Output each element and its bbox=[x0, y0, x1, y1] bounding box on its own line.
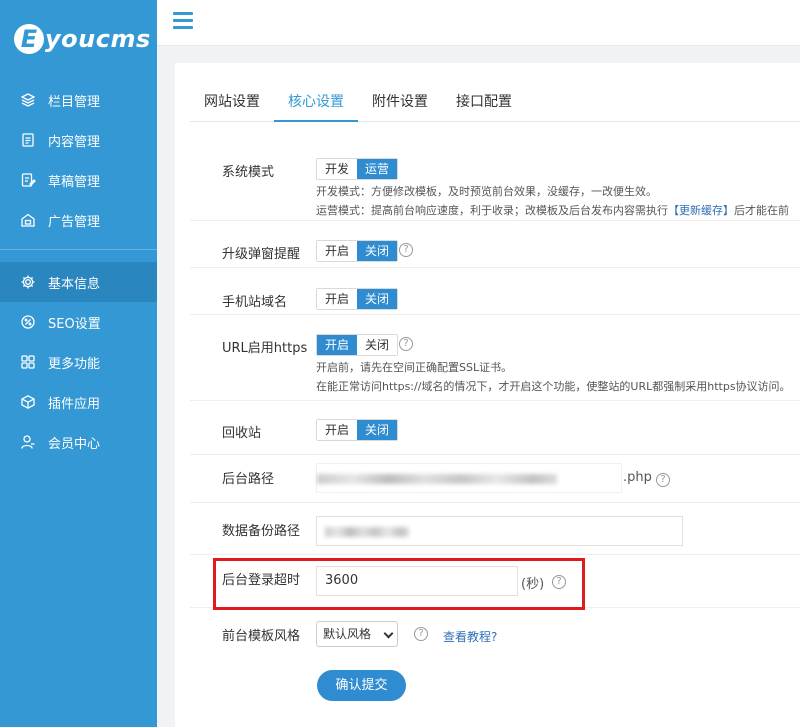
mobile-domain-on-option[interactable]: 开启 bbox=[317, 289, 358, 309]
tab-site-settings[interactable]: 网站设置 bbox=[190, 83, 274, 122]
system-mode-label: 系统模式 bbox=[222, 165, 275, 180]
sidebar-item-columns[interactable]: 栏目管理 bbox=[0, 80, 157, 120]
menu-toggle-icon[interactable] bbox=[173, 12, 193, 30]
recycle-bin-label: 回收站 bbox=[222, 426, 262, 441]
sidebar-item-more[interactable]: 更多功能 bbox=[0, 342, 157, 382]
sidebar: E youcms 栏目管理 内容管理 草稿管理 广告管理 基本信息 SEO设置 … bbox=[0, 0, 157, 727]
redacted-value bbox=[325, 527, 409, 537]
sidebar-item-ads[interactable]: 广告管理 bbox=[0, 200, 157, 240]
mobile-domain-label: 手机站域名 bbox=[222, 295, 288, 310]
row-admin-path: 后台路径 .php ? bbox=[190, 455, 800, 503]
sidebar-item-label: 草稿管理 bbox=[48, 174, 101, 190]
upgrade-popup-off-option[interactable]: 关闭 bbox=[357, 241, 398, 261]
template-style-label: 前台模板风格 bbox=[222, 629, 301, 644]
top-bar bbox=[157, 0, 800, 46]
user-icon bbox=[20, 434, 36, 450]
sidebar-item-label: 会员中心 bbox=[48, 436, 101, 452]
sidebar-divider bbox=[0, 249, 157, 250]
grid-icon bbox=[20, 354, 36, 370]
tab-core-settings[interactable]: 核心设置 bbox=[274, 83, 358, 122]
row-template-style: 前台模板风格 默认风格 ? 查看教程? bbox=[190, 608, 800, 658]
system-mode-ops-option[interactable]: 运营 bbox=[357, 159, 398, 179]
gear-icon bbox=[20, 274, 36, 290]
draft-icon bbox=[20, 172, 36, 188]
row-mobile-domain: 手机站域名 开启 关闭 bbox=[190, 268, 800, 315]
url-https-on-option[interactable]: 开启 bbox=[317, 335, 358, 355]
update-cache-link[interactable]: 【更新缓存】 bbox=[668, 204, 734, 217]
url-https-note-domain: 在能正常访问https://域名的情况下，才开启这个功能，使整站的URL都强制采… bbox=[316, 380, 791, 393]
template-style-value: 默认风格 bbox=[323, 627, 372, 641]
annotation-highlight-box bbox=[213, 558, 585, 610]
tab-api-config[interactable]: 接口配置 bbox=[442, 83, 526, 122]
help-icon[interactable]: ? bbox=[399, 337, 413, 351]
redacted-value bbox=[317, 474, 557, 484]
url-https-off-option[interactable]: 关闭 bbox=[357, 335, 398, 355]
sidebar-item-label: 插件应用 bbox=[48, 396, 101, 412]
help-icon[interactable]: ? bbox=[414, 627, 428, 641]
sidebar-item-seo[interactable]: SEO设置 bbox=[0, 302, 157, 342]
seo-icon bbox=[20, 314, 36, 330]
view-tutorial-link[interactable]: 查看教程? bbox=[443, 628, 497, 645]
admin-path-input[interactable] bbox=[316, 463, 622, 493]
help-icon[interactable]: ? bbox=[656, 473, 670, 487]
recycle-bin-off-option[interactable]: 关闭 bbox=[357, 420, 398, 440]
chevron-down-icon bbox=[383, 628, 394, 639]
logo-text: youcms bbox=[45, 25, 151, 53]
upgrade-popup-toggle: 开启 关闭 bbox=[316, 240, 399, 262]
template-style-select[interactable]: 默认风格 bbox=[316, 621, 398, 647]
system-mode-toggle: 开发 运营 bbox=[316, 158, 399, 180]
tab-attachment-settings[interactable]: 附件设置 bbox=[358, 83, 442, 122]
logo[interactable]: E youcms bbox=[0, 0, 157, 78]
tab-bar: 网站设置 核心设置 附件设置 接口配置 bbox=[190, 83, 800, 122]
row-upgrade-popup: 升级弹窗提醒 开启 关闭 ? bbox=[190, 221, 800, 268]
mobile-domain-toggle: 开启 关闭 bbox=[316, 288, 399, 310]
system-mode-note-ops: 运营模式：提高前台响应速度，利于收录；改模板及后台发布内容需执行【更新缓存】后才… bbox=[316, 204, 789, 217]
document-icon bbox=[20, 132, 36, 148]
help-icon[interactable]: ? bbox=[399, 243, 413, 257]
admin-path-suffix: .php bbox=[623, 470, 652, 485]
sidebar-item-label: 广告管理 bbox=[48, 214, 101, 230]
sidebar-item-plugins[interactable]: 插件应用 bbox=[0, 382, 157, 422]
sidebar-item-label: 更多功能 bbox=[48, 356, 101, 372]
backup-path-input[interactable] bbox=[316, 516, 683, 546]
row-recycle-bin: 回收站 开启 关闭 bbox=[190, 401, 800, 455]
row-backup-path: 数据备份路径 bbox=[190, 503, 800, 555]
recycle-bin-toggle: 开启 关闭 bbox=[316, 419, 399, 441]
sidebar-item-label: 基本信息 bbox=[48, 276, 101, 292]
upgrade-popup-on-option[interactable]: 开启 bbox=[317, 241, 358, 261]
row-url-https: URL启用https 开启 关闭 ? 开启前，请先在空间正确配置SSL证书。 在… bbox=[190, 315, 800, 401]
settings-panel: 网站设置 核心设置 附件设置 接口配置 系统模式 开发 运营 开发模式：方便修改… bbox=[175, 63, 800, 727]
ad-icon bbox=[20, 212, 36, 228]
url-https-toggle: 开启 关闭 bbox=[316, 334, 399, 356]
layers-icon bbox=[20, 92, 36, 108]
cube-icon bbox=[20, 394, 36, 410]
admin-path-label: 后台路径 bbox=[222, 472, 275, 487]
sidebar-item-members[interactable]: 会员中心 bbox=[0, 422, 157, 462]
sidebar-item-basic-info[interactable]: 基本信息 bbox=[0, 262, 157, 302]
sidebar-item-drafts[interactable]: 草稿管理 bbox=[0, 160, 157, 200]
system-mode-note-dev: 开发模式：方便修改模板，及时预览前台效果，没缓存，一改便生效。 bbox=[316, 185, 657, 198]
url-https-note-ssl: 开启前，请先在空间正确配置SSL证书。 bbox=[316, 361, 513, 374]
recycle-bin-on-option[interactable]: 开启 bbox=[317, 420, 358, 440]
upgrade-popup-label: 升级弹窗提醒 bbox=[222, 247, 301, 262]
sidebar-item-label: 栏目管理 bbox=[48, 94, 101, 110]
mobile-domain-off-option[interactable]: 关闭 bbox=[357, 289, 398, 309]
sidebar-item-label: 内容管理 bbox=[48, 134, 101, 150]
logo-mark: E bbox=[14, 24, 44, 54]
url-https-label: URL启用https bbox=[222, 341, 308, 356]
sidebar-item-content[interactable]: 内容管理 bbox=[0, 120, 157, 160]
row-system-mode: 系统模式 开发 运营 开发模式：方便修改模板，及时预览前台效果，没缓存，一改便生… bbox=[190, 146, 800, 221]
sidebar-item-label: SEO设置 bbox=[48, 316, 101, 332]
backup-path-label: 数据备份路径 bbox=[222, 524, 301, 539]
system-mode-dev-option[interactable]: 开发 bbox=[317, 159, 358, 179]
submit-button[interactable]: 确认提交 bbox=[317, 670, 406, 701]
